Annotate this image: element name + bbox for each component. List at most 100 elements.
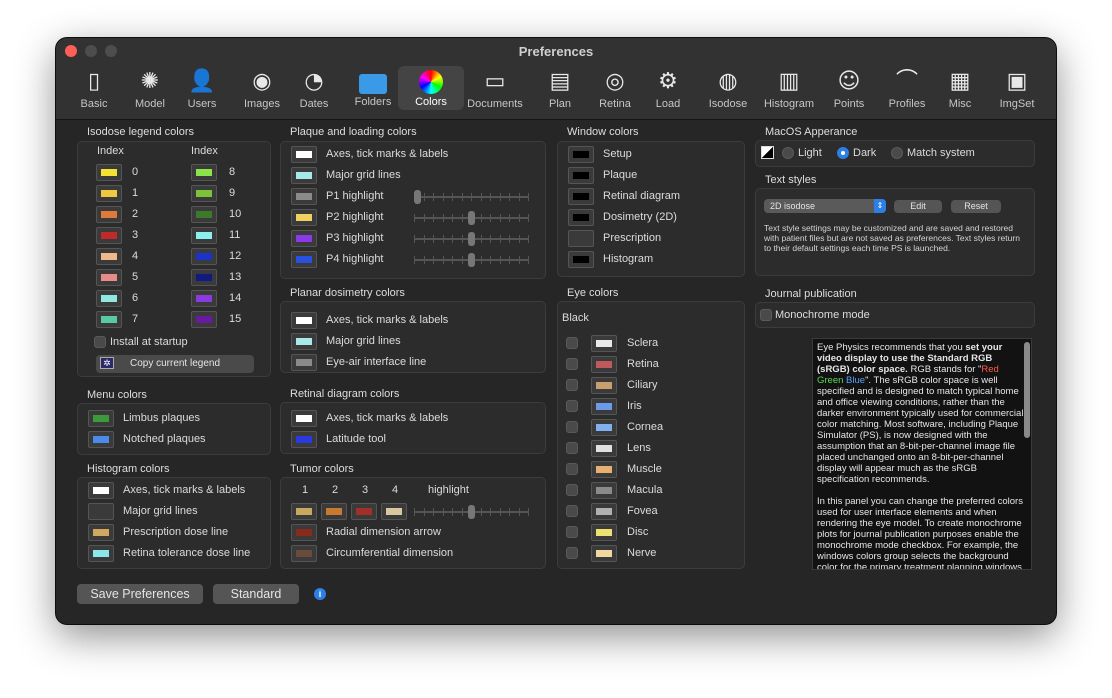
toolbar-profiles[interactable]: ⌒ Profiles xyxy=(884,66,930,110)
text-style-edit-button[interactable]: Edit xyxy=(894,200,942,213)
eye-black-checkbox[interactable] xyxy=(566,400,578,412)
window-color-swatch[interactable] xyxy=(568,146,594,163)
slider-knob[interactable] xyxy=(468,253,475,267)
isodose-color-swatch[interactable] xyxy=(191,269,217,286)
eye-color-swatch[interactable] xyxy=(591,398,617,415)
eye-black-checkbox[interactable] xyxy=(566,337,578,349)
window-color-swatch[interactable] xyxy=(568,230,594,247)
appearance-radio-dark[interactable] xyxy=(837,147,849,159)
text-style-reset-button[interactable]: Reset xyxy=(951,200,1001,213)
slider-knob[interactable] xyxy=(468,211,475,225)
isodose-color-swatch[interactable] xyxy=(191,206,217,223)
toolbar-images[interactable]: ◉ Images xyxy=(240,66,284,110)
plaque-color-swatch[interactable] xyxy=(291,209,317,226)
toolbar-imgset[interactable]: ▣ ImgSet xyxy=(994,66,1040,110)
toolbar-misc[interactable]: ▦ Misc xyxy=(940,66,980,110)
eye-black-checkbox[interactable] xyxy=(566,484,578,496)
eye-black-checkbox[interactable] xyxy=(566,526,578,538)
tumor-color-swatch[interactable] xyxy=(381,503,407,520)
isodose-color-swatch[interactable] xyxy=(191,185,217,202)
isodose-color-swatch[interactable] xyxy=(96,290,122,307)
plaque-color-swatch[interactable] xyxy=(291,167,317,184)
tumor-dimension-swatch[interactable] xyxy=(291,524,317,541)
toolbar-colors[interactable]: Colors xyxy=(398,66,464,110)
appearance-radio-light[interactable] xyxy=(782,147,794,159)
planar-color-swatch[interactable] xyxy=(291,354,317,371)
toolbar-isodose[interactable]: ◍ Isodose xyxy=(704,66,752,110)
eye-color-swatch[interactable] xyxy=(591,377,617,394)
tumor-color-swatch[interactable] xyxy=(351,503,377,520)
isodose-color-swatch[interactable] xyxy=(96,164,122,181)
eye-color-swatch[interactable] xyxy=(591,461,617,478)
tumor-dimension-swatch[interactable] xyxy=(291,545,317,562)
isodose-color-swatch[interactable] xyxy=(96,248,122,265)
eye-color-swatch[interactable] xyxy=(591,440,617,457)
toolbar-documents[interactable]: ▭ Documents xyxy=(460,66,530,110)
appearance-radio-match-system[interactable] xyxy=(891,147,903,159)
info-scrollbar[interactable] xyxy=(1024,342,1030,438)
toolbar-model[interactable]: ✺ Model xyxy=(130,66,170,110)
slider-knob[interactable] xyxy=(468,232,475,246)
eye-color-swatch[interactable] xyxy=(591,482,617,499)
plaque-highlight-slider[interactable] xyxy=(414,211,529,225)
monochrome-mode-checkbox[interactable] xyxy=(760,309,772,321)
toolbar-basic[interactable]: ▯ Basic xyxy=(76,66,112,110)
retinal-color-swatch[interactable] xyxy=(291,410,317,427)
tumor-color-swatch[interactable] xyxy=(321,503,347,520)
eye-color-swatch[interactable] xyxy=(591,503,617,520)
toolbar-plan[interactable]: ▤ Plan xyxy=(540,66,580,110)
tumor-color-swatch[interactable] xyxy=(291,503,317,520)
eye-black-checkbox[interactable] xyxy=(566,421,578,433)
isodose-color-swatch[interactable] xyxy=(191,290,217,307)
window-color-swatch[interactable] xyxy=(568,188,594,205)
plaque-color-swatch[interactable] xyxy=(291,146,317,163)
isodose-color-swatch[interactable] xyxy=(191,311,217,328)
toolbar-load[interactable]: ⚙ Load xyxy=(648,66,688,110)
copy-legend-button[interactable]: ✲ Copy current legend xyxy=(96,355,254,373)
eye-black-checkbox[interactable] xyxy=(566,442,578,454)
planar-color-swatch[interactable] xyxy=(291,312,317,329)
eye-color-swatch[interactable] xyxy=(591,419,617,436)
eye-color-swatch[interactable] xyxy=(591,524,617,541)
window-color-swatch[interactable] xyxy=(568,209,594,226)
planar-color-swatch[interactable] xyxy=(291,333,317,350)
tumor-highlight-slider[interactable] xyxy=(414,505,529,519)
histogram-color-swatch[interactable] xyxy=(88,482,114,499)
toolbar-dates[interactable]: ◔ Dates xyxy=(296,66,332,110)
slider-knob[interactable] xyxy=(468,505,475,519)
isodose-color-swatch[interactable] xyxy=(191,227,217,244)
eye-black-checkbox[interactable] xyxy=(566,505,578,517)
menu-color-swatch[interactable] xyxy=(88,431,114,448)
histogram-color-swatch[interactable] xyxy=(88,545,114,562)
histogram-color-swatch[interactable] xyxy=(88,503,114,520)
menu-color-swatch[interactable] xyxy=(88,410,114,427)
text-style-popup[interactable]: 2D isodose ⇕ xyxy=(764,199,886,213)
info-icon[interactable]: i xyxy=(314,588,326,600)
plaque-highlight-slider[interactable] xyxy=(414,253,529,267)
eye-color-swatch[interactable] xyxy=(591,335,617,352)
eye-black-checkbox[interactable] xyxy=(566,379,578,391)
eye-color-swatch[interactable] xyxy=(591,356,617,373)
plaque-color-swatch[interactable] xyxy=(291,230,317,247)
eye-color-swatch[interactable] xyxy=(591,545,617,562)
slider-knob[interactable] xyxy=(414,190,421,204)
window-color-swatch[interactable] xyxy=(568,251,594,268)
standard-button[interactable]: Standard xyxy=(213,584,299,604)
histogram-color-swatch[interactable] xyxy=(88,524,114,541)
isodose-color-swatch[interactable] xyxy=(191,248,217,265)
isodose-color-swatch[interactable] xyxy=(96,206,122,223)
plaque-highlight-slider[interactable] xyxy=(414,232,529,246)
isodose-color-swatch[interactable] xyxy=(191,164,217,181)
isodose-color-swatch[interactable] xyxy=(96,227,122,244)
isodose-color-swatch[interactable] xyxy=(96,185,122,202)
toolbar-users[interactable]: 👤 Users xyxy=(184,66,220,110)
eye-black-checkbox[interactable] xyxy=(566,547,578,559)
toolbar-histogram[interactable]: ▥ Histogram xyxy=(758,66,820,110)
plaque-color-swatch[interactable] xyxy=(291,251,317,268)
toolbar-folders[interactable]: Folders xyxy=(350,66,396,110)
retinal-color-swatch[interactable] xyxy=(291,431,317,448)
isodose-color-swatch[interactable] xyxy=(96,311,122,328)
isodose-color-swatch[interactable] xyxy=(96,269,122,286)
install-at-startup-checkbox[interactable] xyxy=(94,336,106,348)
toolbar-points[interactable]: ☺ Points xyxy=(828,66,870,110)
